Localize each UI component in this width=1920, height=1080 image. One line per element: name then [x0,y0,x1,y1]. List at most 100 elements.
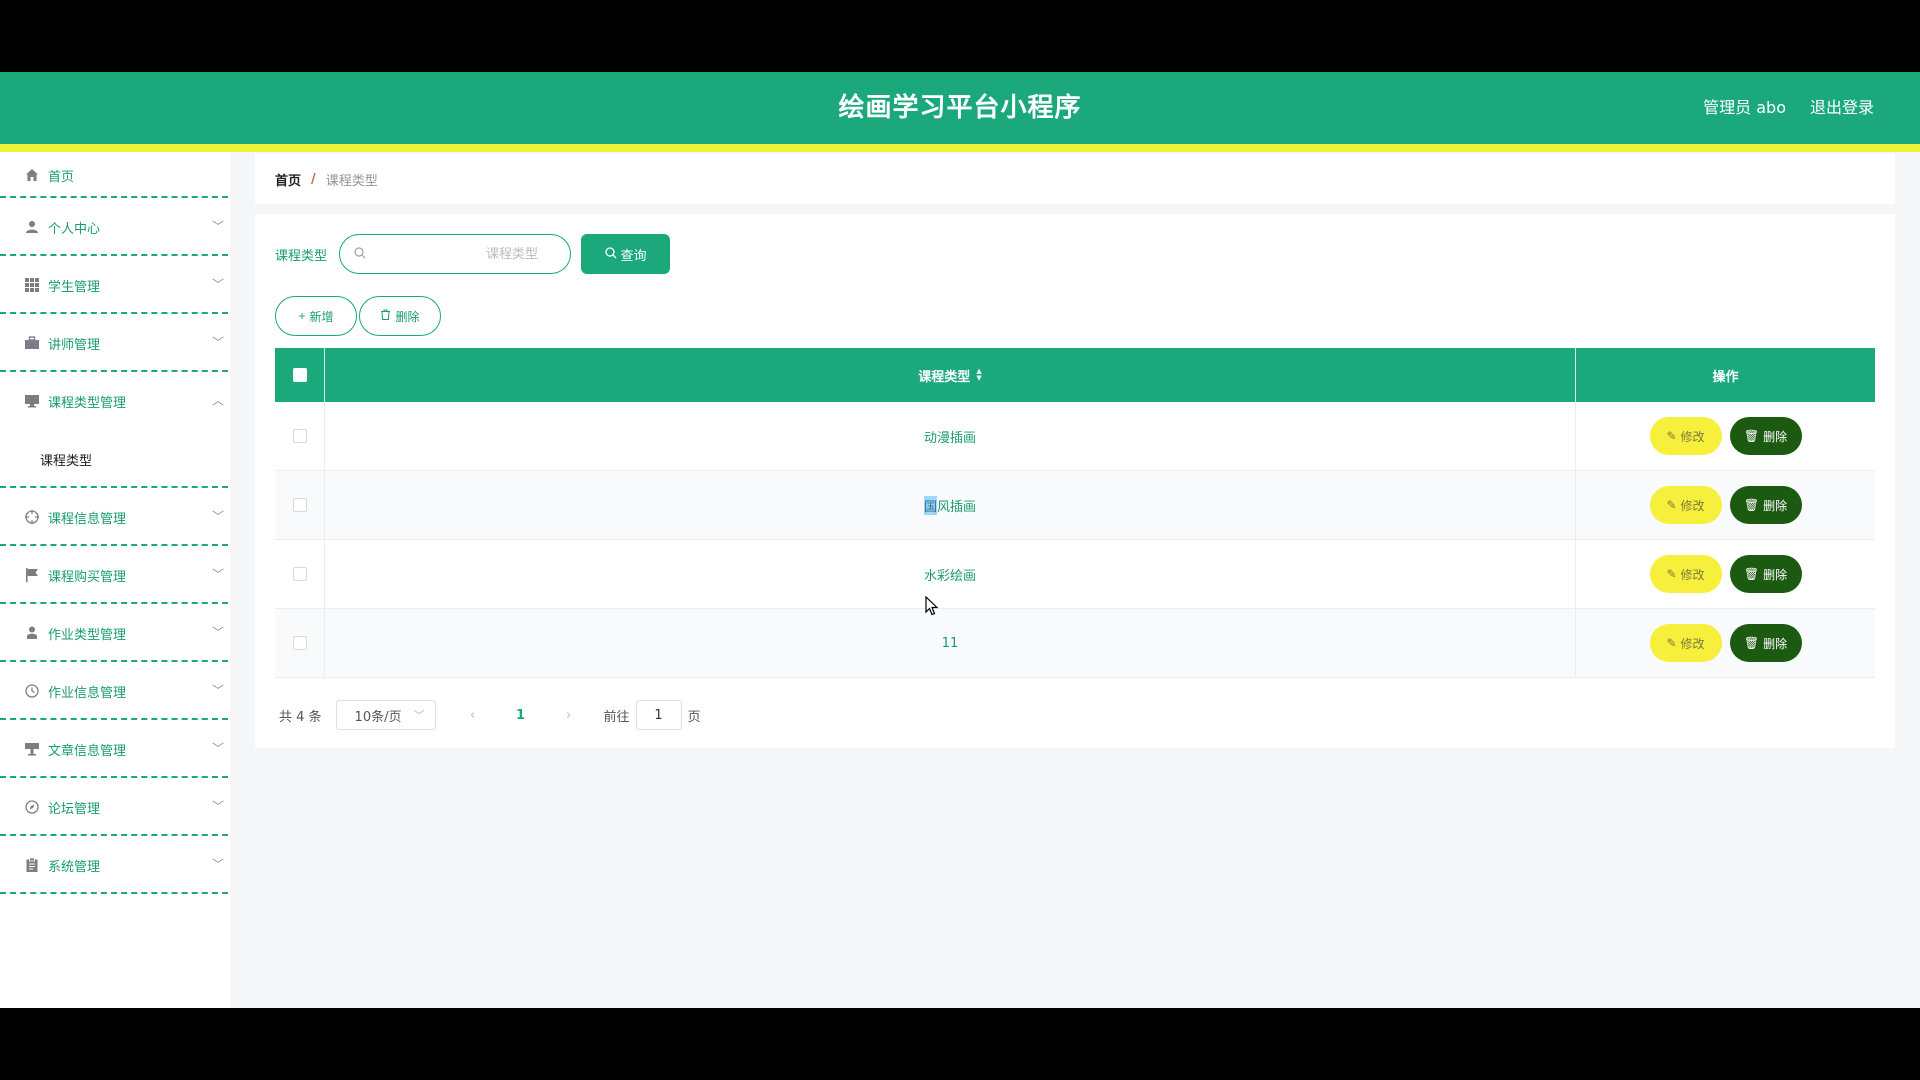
app-title: 绘画学习平台小程序 [838,93,1082,123]
clock-icon [24,683,40,699]
goto-page-input[interactable] [635,700,682,730]
header-course-type-label: 课程类型 [918,369,971,385]
sidebar-item-teachers[interactable]: 讲师管理 ﹀ [0,314,230,372]
select-all-checkbox[interactable] [292,368,307,382]
sidebar-item-label: 作业信息管理 [48,685,127,701]
chevron-down-icon: ﹀ [211,799,224,814]
header-operation: 操作 [1712,369,1739,385]
user-icon [24,219,40,235]
sidebar-item-course-type-mgmt[interactable]: 课程类型管理 ︿ [0,372,230,430]
batch-delete-label: 删除 [395,309,420,324]
prev-page-button[interactable]: ‹ [458,708,488,723]
sidebar-item-label: 讲师管理 [48,337,101,353]
page-number-current[interactable]: 1 [506,708,536,723]
header-course-type[interactable]: 课程类型 ▲ ▼ [325,348,1576,402]
grid-icon [24,277,40,293]
table-row: 11 ✎ 修改 🗑 删除 [275,609,1875,678]
sidebar-subitem-course-type[interactable]: 课程类型 [0,430,230,488]
search-icon [354,246,366,262]
next-page-button[interactable]: › [554,708,584,723]
row-checkbox[interactable] [292,636,307,650]
main-panel: 课程类型 查询 + 新增 [255,214,1895,748]
monitor-icon [24,393,40,409]
sidebar-item-label: 首页 [48,169,75,185]
row-checkbox[interactable] [292,429,307,443]
sidebar-item-label: 作业类型管理 [48,627,127,643]
batch-delete-button[interactable]: 删除 [359,296,441,336]
chevron-down-icon: ﹀ [211,567,224,582]
chevron-down-icon: ﹀ [211,625,224,640]
podium-icon [24,741,40,757]
search-input[interactable] [366,239,557,269]
search-row: 课程类型 查询 [275,234,671,274]
mouse-cursor-icon [925,595,939,616]
cell-course-type: 动漫插画 [325,402,1576,470]
breadcrumb-current: 课程类型 [325,173,378,189]
edit-button[interactable]: ✎ 修改 [1649,624,1722,662]
chevron-up-icon: ︿ [211,393,224,408]
logout-link[interactable]: 退出登录 [1810,72,1874,144]
breadcrumb-home[interactable]: 首页 [275,170,301,189]
chevron-down-icon: ﹀ [211,683,224,698]
sidebar-item-homework-info[interactable]: 作业信息管理 ﹀ [0,662,230,720]
cell-course-type: 国风插画 [325,471,1576,539]
delete-button[interactable]: 🗑 删除 [1729,555,1802,593]
sidebar-item-forum[interactable]: 论坛管理 ﹀ [0,778,230,836]
edit-button[interactable]: ✎ 修改 [1649,417,1722,455]
sidebar-item-label: 文章信息管理 [48,743,127,759]
person-icon [24,625,40,641]
pencil-icon: ✎ [1666,498,1677,512]
sidebar-item-article-info[interactable]: 文章信息管理 ﹀ [0,720,230,778]
search-box [339,234,572,274]
sidebar-item-course-info[interactable]: 课程信息管理 ﹀ [0,488,230,546]
cell-course-type: 水彩绘画 [325,540,1576,608]
sidebar: 首页 个人中心 ﹀ 学生管理 ﹀ 讲师管理 ﹀ 课程类型管理 ︿ 课程类型 课程… [0,152,230,1008]
top-letterbox [0,0,1920,72]
sidebar-item-home[interactable]: 首页 [0,152,230,198]
row-checkbox[interactable] [292,498,307,512]
edit-button[interactable]: ✎ 修改 [1649,486,1722,524]
breadcrumb: 首页 / 课程类型 [255,154,1895,204]
query-button[interactable]: 查询 [581,234,671,274]
sidebar-item-label: 课程信息管理 [48,511,127,527]
add-button-label: 新增 [309,309,334,324]
sidebar-item-homework-type[interactable]: 作业类型管理 ﹀ [0,604,230,662]
flag-icon [24,567,40,583]
sidebar-item-personal[interactable]: 个人中心 ﹀ [0,198,230,256]
table-row: 动漫插画 ✎ 修改 🗑 删除 [275,402,1875,471]
page-size-select[interactable]: 10条/页 ﹀ [335,700,436,730]
page-size-value: 10条/页 [354,709,402,725]
delete-button[interactable]: 🗑 删除 [1729,417,1802,455]
app-header: 绘画学习平台小程序 管理员 abo 退出登录 [0,72,1920,144]
sidebar-item-label: 论坛管理 [48,801,101,817]
query-button-label: 查询 [620,247,647,263]
pagination-total: 共 4 条 [279,709,322,725]
chevron-down-icon: ﹀ [211,219,224,234]
add-button[interactable]: + 新增 [275,296,357,336]
admin-label[interactable]: 管理员 abo [1703,72,1786,144]
sidebar-item-system[interactable]: 系统管理 ﹀ [0,836,230,894]
chevron-down-icon: ﹀ [211,277,224,292]
cell-course-type: 11 [325,609,1576,677]
delete-button[interactable]: 🗑 删除 [1729,624,1802,662]
bottom-letterbox [0,1008,1920,1080]
chevron-down-icon: ﹀ [211,509,224,524]
selected-text: 国 [923,495,937,515]
sidebar-item-label: 个人中心 [48,221,101,237]
chevron-down-icon: ﹀ [413,709,425,722]
search-label: 课程类型 [275,248,328,264]
sidebar-item-course-purchase[interactable]: 课程购买管理 ﹀ [0,546,230,604]
app-body: 首页 个人中心 ﹀ 学生管理 ﹀ 讲师管理 ﹀ 课程类型管理 ︿ 课程类型 课程… [0,152,1920,1008]
sidebar-group-course-type: 课程类型管理 ︿ 课程类型 [0,372,230,488]
pencil-icon: ✎ [1666,636,1677,650]
sidebar-item-students[interactable]: 学生管理 ﹀ [0,256,230,314]
cell-text: 风插画 [937,499,977,515]
crosshair-icon [24,509,40,525]
delete-button[interactable]: 🗑 删除 [1729,486,1802,524]
sort-icon[interactable]: ▲ ▼ [976,368,981,382]
edit-button[interactable]: ✎ 修改 [1649,555,1722,593]
trash-icon: 🗑 [1743,498,1760,512]
plus-icon: + [298,309,306,323]
trash-icon: 🗑 [1743,636,1760,650]
row-checkbox[interactable] [292,567,307,581]
